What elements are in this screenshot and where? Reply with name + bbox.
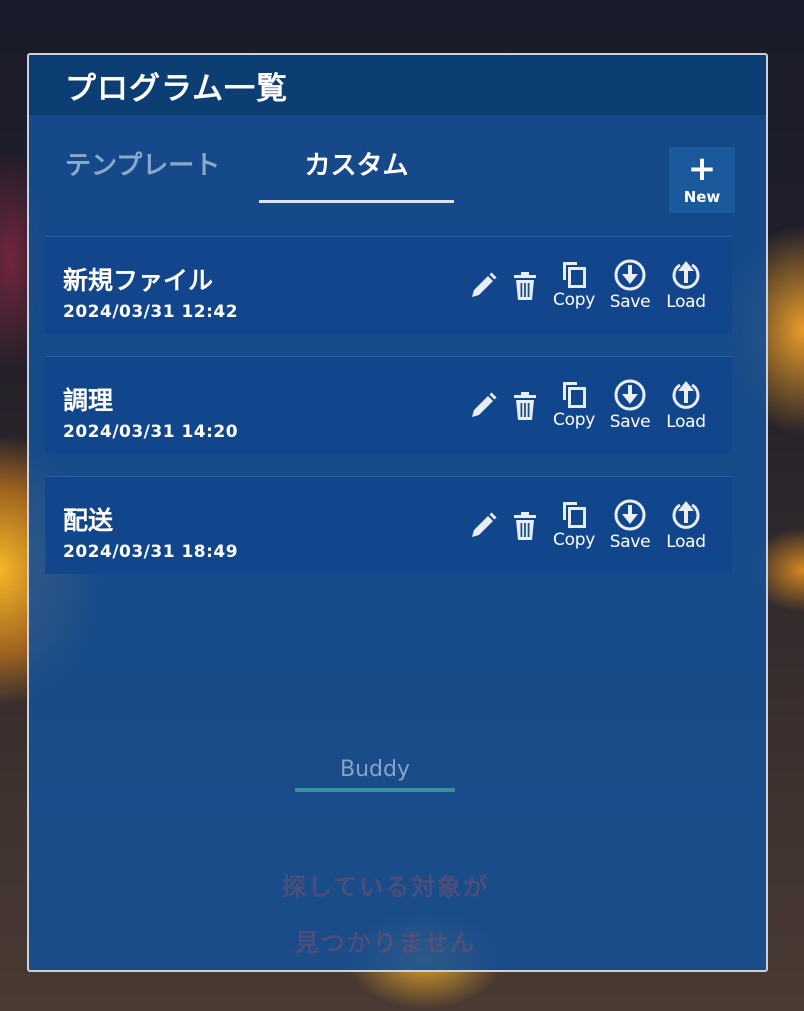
file-actions: Copy Save Load <box>462 379 714 435</box>
delete-button[interactable] <box>504 259 546 315</box>
file-item[interactable]: 調理 2024/03/31 14:20 Copy Save Load <box>45 356 732 454</box>
download-icon <box>614 259 646 291</box>
load-button[interactable]: Load <box>658 259 714 312</box>
trash-icon <box>514 272 536 300</box>
file-item[interactable]: 新規ファイル 2024/03/31 12:42 Copy Save Load <box>45 236 732 334</box>
upload-icon <box>672 381 700 409</box>
edit-button[interactable] <box>462 379 504 435</box>
load-label: Load <box>666 292 706 312</box>
download-icon <box>614 499 646 531</box>
file-list: 新規ファイル 2024/03/31 12:42 Copy Save Load 調… <box>45 236 732 596</box>
save-label: Save <box>609 292 651 312</box>
save-button[interactable]: Save <box>602 379 658 432</box>
save-button[interactable]: Save <box>602 499 658 552</box>
file-item[interactable]: 配送 2024/03/31 18:49 Copy Save Load <box>45 476 732 574</box>
copy-icon <box>563 502 586 528</box>
copy-button[interactable]: Copy <box>546 259 602 310</box>
delete-button[interactable] <box>504 379 546 435</box>
buddy-bar <box>295 788 455 792</box>
file-name: 新規ファイル <box>63 266 214 295</box>
edit-button[interactable] <box>462 499 504 555</box>
copy-button[interactable]: Copy <box>546 499 602 550</box>
tab-template[interactable]: テンプレート <box>65 145 245 203</box>
file-actions: Copy Save Load <box>462 499 714 555</box>
save-button[interactable]: Save <box>602 259 658 312</box>
pencil-icon <box>472 512 497 537</box>
file-date: 2024/03/31 14:20 <box>63 422 239 442</box>
load-button[interactable]: Load <box>658 499 714 552</box>
file-name: 調理 <box>63 386 114 415</box>
edit-button[interactable] <box>462 259 504 315</box>
file-name: 配送 <box>63 506 114 535</box>
save-label: Save <box>609 412 651 432</box>
load-label: Load <box>666 532 706 552</box>
pencil-icon <box>472 272 497 297</box>
copy-label: Copy <box>553 290 595 310</box>
copy-label: Copy <box>553 530 595 550</box>
buddy-indicator: Buddy <box>295 757 455 792</box>
save-label: Save <box>609 532 651 552</box>
buddy-label: Buddy <box>340 757 410 782</box>
trash-icon <box>514 512 536 540</box>
empty-message-line2: 見つかりません <box>294 929 477 957</box>
copy-label: Copy <box>553 410 595 430</box>
file-date: 2024/03/31 18:49 <box>63 542 239 562</box>
plus-icon: + <box>687 149 717 189</box>
delete-button[interactable] <box>504 499 546 555</box>
trash-icon <box>514 392 536 420</box>
download-icon <box>614 379 646 411</box>
load-label: Load <box>666 412 706 432</box>
copy-button[interactable]: Copy <box>546 379 602 430</box>
panel-header: プログラム一覧 <box>29 55 766 115</box>
tab-bar: テンプレート カスタム <box>65 145 454 203</box>
upload-icon <box>672 261 700 289</box>
file-date: 2024/03/31 12:42 <box>63 302 239 322</box>
empty-message-line1: 探している対象が <box>281 873 490 901</box>
panel-title: プログラム一覧 <box>65 70 289 107</box>
new-button-label: New <box>683 188 721 206</box>
load-button[interactable]: Load <box>658 379 714 432</box>
copy-icon <box>563 262 586 288</box>
pencil-icon <box>472 392 497 417</box>
copy-icon <box>563 382 586 408</box>
upload-icon <box>672 501 700 529</box>
program-list-panel: プログラム一覧 テンプレート カスタム + New 新規ファイル 2024/03… <box>27 53 768 972</box>
file-actions: Copy Save Load <box>462 259 714 315</box>
tab-custom[interactable]: カスタム <box>259 145 454 203</box>
new-button[interactable]: + New <box>669 147 735 213</box>
